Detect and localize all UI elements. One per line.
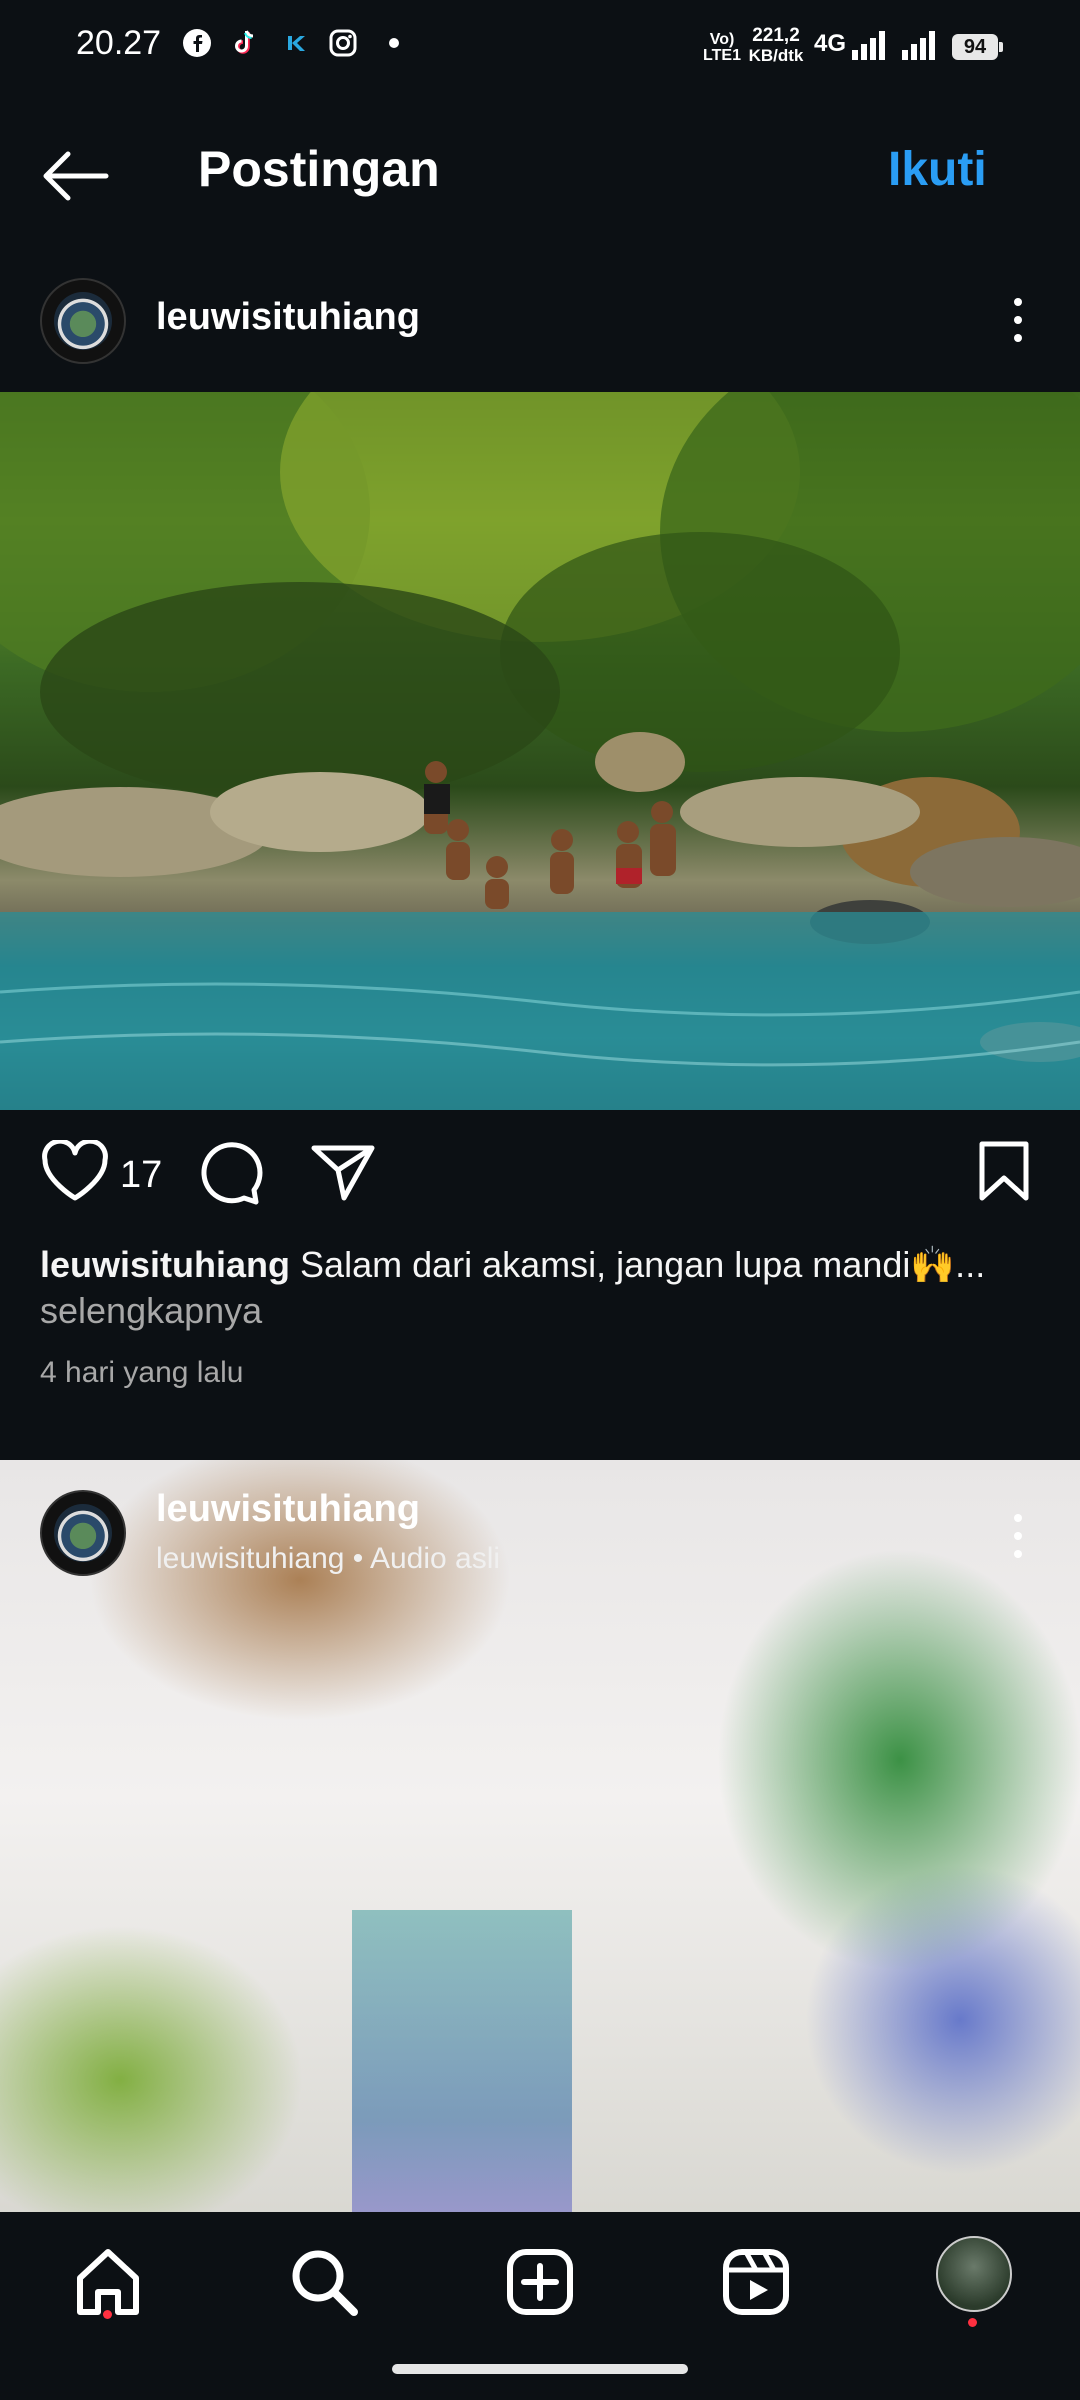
post1-actions: 17: [0, 1110, 1080, 1240]
signal-1-icon: [852, 31, 885, 60]
post1-username[interactable]: leuwisituhiang: [156, 296, 420, 339]
profile-notification-dot: [968, 2318, 977, 2327]
see-more-link[interactable]: selengkapnya: [40, 1290, 262, 1332]
create-icon[interactable]: [500, 2242, 580, 2322]
waterfall-river-photo: [0, 392, 1080, 1110]
dot-icon: [389, 38, 399, 48]
page-title: Postingan: [198, 141, 440, 197]
app-k-icon: [288, 36, 305, 51]
post1-more-icon[interactable]: [1006, 292, 1030, 352]
signal-2-icon: [902, 31, 935, 60]
search-icon[interactable]: [284, 2242, 364, 2322]
speed-value: 221,2: [752, 25, 800, 46]
post2-username[interactable]: leuwisituhiang: [156, 1488, 420, 1531]
avatar-logo: [54, 292, 112, 350]
network-type: 4G: [813, 30, 846, 57]
post2-avatar[interactable]: [40, 1490, 126, 1576]
like-count[interactable]: 17: [120, 1154, 162, 1197]
status-time: 20.27: [76, 24, 162, 62]
facebook-icon: [183, 29, 211, 57]
network-top-label: Vo) LTE1: [703, 31, 741, 64]
back-arrow-icon[interactable]: [36, 146, 116, 206]
post2-audio[interactable]: leuwisituhiang • Audio asli: [156, 1542, 500, 1576]
top-header: Postingan Ikuti: [0, 96, 1080, 246]
follow-button[interactable]: Ikuti: [888, 142, 987, 197]
home-indicator[interactable]: [392, 2364, 688, 2374]
home-notification-dot: [103, 2310, 112, 2319]
share-send-icon[interactable]: [308, 1140, 378, 1204]
tiktok-icon: [235, 30, 254, 54]
comment-icon[interactable]: [196, 1140, 266, 1206]
post1-caption: leuwisituhiang Salam dari akamsi, jangan…: [40, 1240, 1050, 1290]
post2-more-icon[interactable]: [1006, 1508, 1030, 1568]
avatar-logo: [54, 1504, 112, 1562]
like-heart-icon[interactable]: [40, 1140, 110, 1204]
post2-signboard: [352, 1910, 572, 2212]
post1-image[interactable]: [0, 392, 1080, 1110]
save-bookmark-icon[interactable]: [976, 1138, 1032, 1204]
speed-unit: KB/dtk: [748, 46, 804, 65]
caption-text: Salam dari akamsi, jangan lupa mandi🙌...: [300, 1244, 986, 1285]
caption-username[interactable]: leuwisituhiang: [40, 1244, 290, 1285]
reels-icon[interactable]: [716, 2242, 796, 2322]
battery-indicator: 94: [952, 34, 1003, 60]
status-bar: 20.27 Vo) LTE1 221,2 KB/dtk 4G 94: [0, 0, 1080, 96]
post1-avatar[interactable]: [40, 278, 126, 364]
instagram-icon: [329, 29, 357, 57]
profile-avatar[interactable]: [936, 2236, 1012, 2312]
post1-timestamp: 4 hari yang lalu: [40, 1356, 244, 1389]
